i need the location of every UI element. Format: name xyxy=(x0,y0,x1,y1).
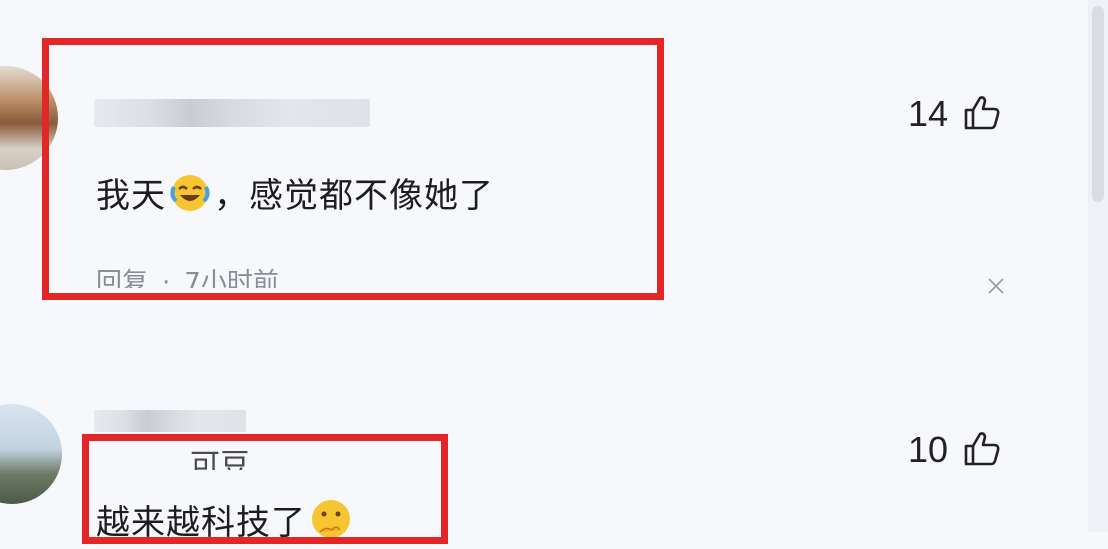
comment-text-part: 越来越科技了 xyxy=(96,503,306,543)
like-count: 10 xyxy=(908,429,949,470)
thumbs-up-icon xyxy=(962,92,1002,136)
comment-text: 我天 ，感觉都不像她了 xyxy=(96,168,494,222)
like-button[interactable]: 10 xyxy=(908,428,1002,472)
thumbs-up-icon xyxy=(962,428,1002,472)
blurred-username[interactable] xyxy=(94,99,370,127)
laughing-crying-emoji-icon xyxy=(170,173,210,222)
reply-link[interactable]: 回复 xyxy=(96,268,148,288)
comment-text: 越来越科技了 xyxy=(96,495,356,549)
close-icon[interactable] xyxy=(984,274,1008,298)
comment-partial-text: 可豆 xyxy=(190,448,250,470)
scrollbar[interactable] xyxy=(1088,0,1108,532)
comment-text-part: 我天 xyxy=(96,176,166,216)
comment-time: 7小时前 xyxy=(184,268,279,288)
comment-text-part: ，感觉都不像她了 xyxy=(214,176,494,216)
scrollbar-thumb[interactable] xyxy=(1092,6,1104,202)
comment-meta: 回复 · 7小时前 xyxy=(96,262,279,288)
avatar[interactable] xyxy=(0,66,58,170)
meta-separator: · xyxy=(162,268,171,288)
like-count: 14 xyxy=(908,93,949,134)
avatar[interactable] xyxy=(0,404,62,504)
thinking-emoji-icon xyxy=(310,498,352,549)
blurred-username[interactable] xyxy=(94,410,246,432)
like-button[interactable]: 14 xyxy=(908,92,1002,136)
